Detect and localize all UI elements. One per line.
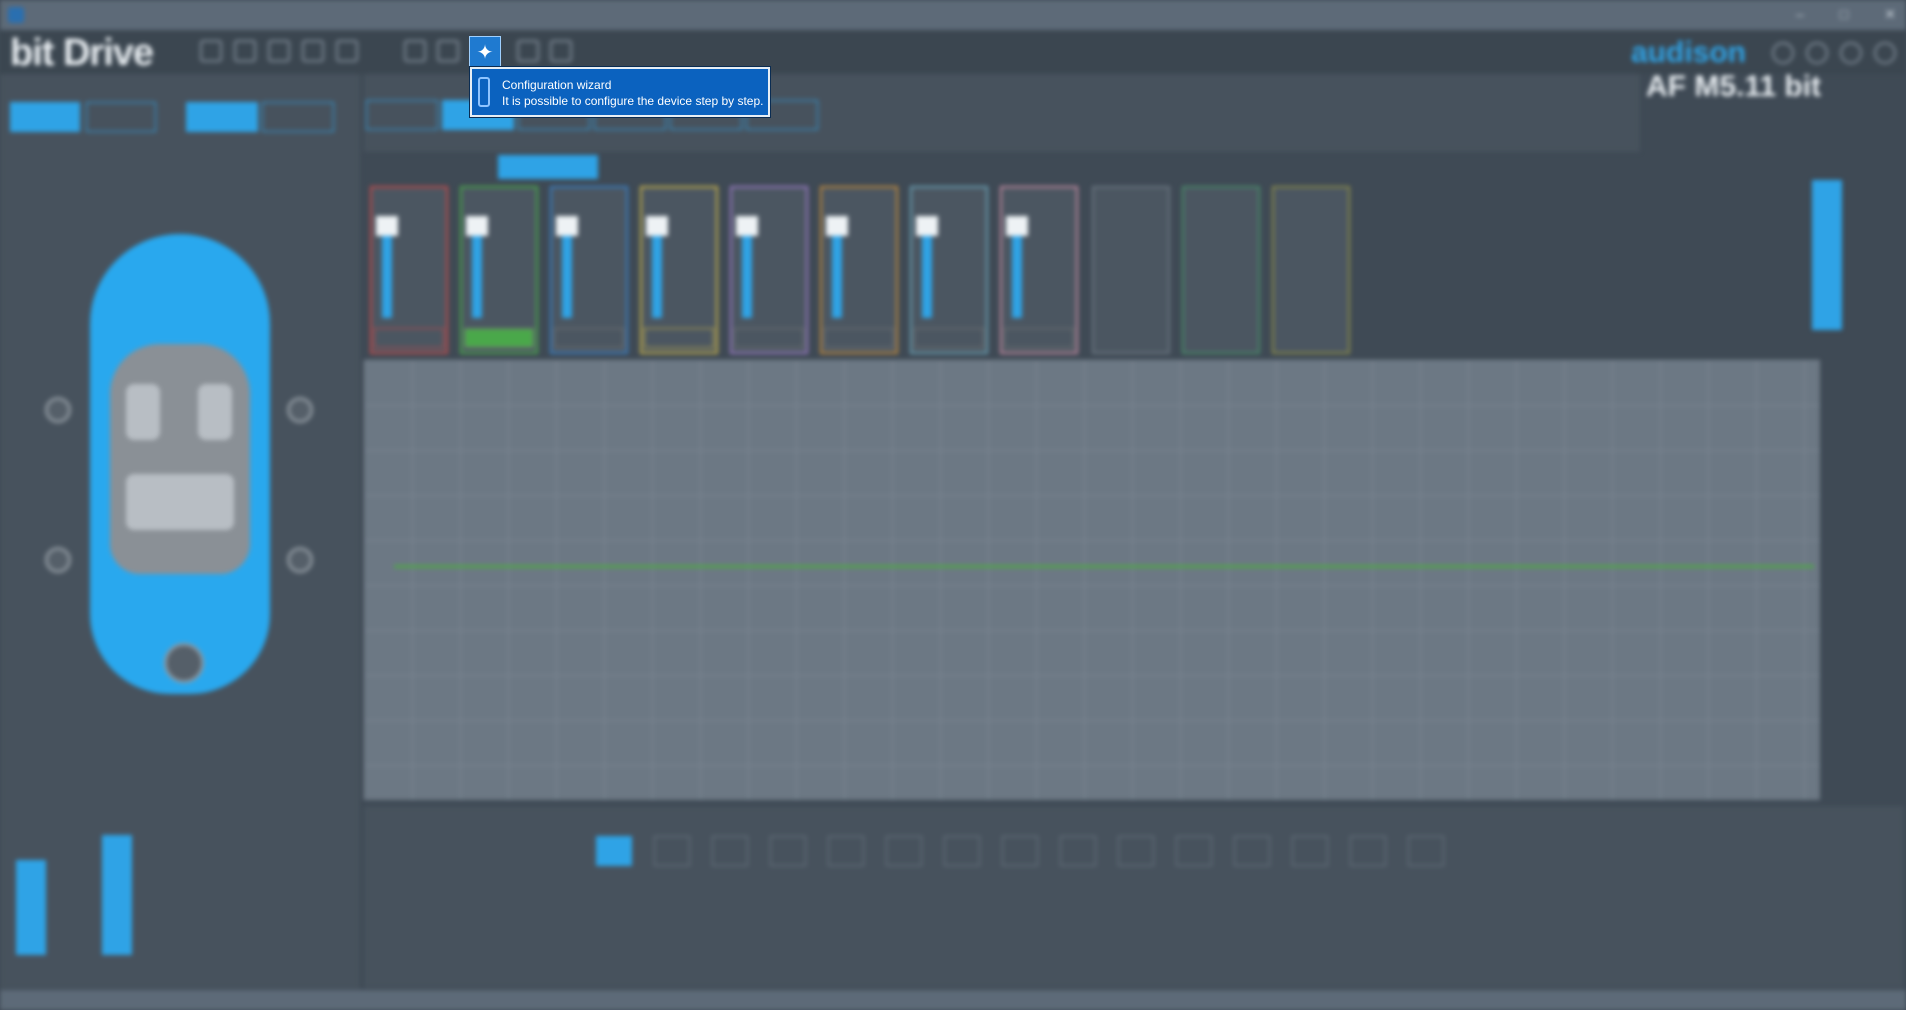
minimize-icon[interactable]: – <box>1796 6 1804 23</box>
channel-strip-empty[interactable] <box>1182 186 1260 354</box>
seat-rear <box>126 474 234 530</box>
eq-band-selector[interactable] <box>1292 836 1328 866</box>
equalizer-panel <box>364 806 1904 988</box>
source-button-1[interactable] <box>10 102 80 132</box>
magic-wand-icon: ✦ <box>476 41 494 64</box>
save-file-icon[interactable] <box>268 40 290 62</box>
info-icon[interactable] <box>1806 42 1828 64</box>
speaker-front-right-icon[interactable] <box>287 397 313 423</box>
speaker-rear-left-icon[interactable] <box>45 547 71 573</box>
config-tab-1[interactable] <box>366 100 438 130</box>
eq-band-selector[interactable] <box>828 836 864 866</box>
maximize-icon[interactable]: □ <box>1840 6 1848 23</box>
speaker-front-left-icon[interactable] <box>45 397 71 423</box>
channel-strip-empty[interactable] <box>1092 186 1170 354</box>
eq-band-selector[interactable] <box>1408 836 1444 866</box>
channel-strip[interactable] <box>1000 186 1078 354</box>
measure-icon[interactable] <box>550 40 572 62</box>
master-fader[interactable] <box>1812 180 1842 330</box>
eq-band-selector[interactable] <box>886 836 922 866</box>
output-tab[interactable] <box>498 155 598 179</box>
configuration-wizard-tooltip: Configuration wizard It is possible to c… <box>469 66 771 118</box>
channel-strip[interactable] <box>460 186 538 354</box>
channel-strip[interactable] <box>550 186 628 354</box>
source-button-2[interactable] <box>86 102 156 132</box>
eq-band-selector[interactable] <box>1118 836 1154 866</box>
new-file-icon[interactable] <box>200 40 222 62</box>
frequency-response-graph[interactable] <box>364 360 1820 800</box>
help-icon[interactable] <box>1772 42 1794 64</box>
settings-icon[interactable] <box>404 40 426 62</box>
status-bar <box>0 990 1906 1010</box>
eq-band-selector[interactable] <box>1002 836 1038 866</box>
channel-strip[interactable] <box>910 186 988 354</box>
channel-strip-empty[interactable] <box>1272 186 1350 354</box>
close-icon[interactable]: ✕ <box>1884 6 1896 23</box>
sub-volume-fader[interactable] <box>102 835 132 955</box>
eq-band-selector[interactable] <box>770 836 806 866</box>
channel-strip[interactable] <box>730 186 808 354</box>
title-bar: – □ ✕ <box>0 0 1906 30</box>
brand-logo: audison <box>1630 36 1746 69</box>
eq-band-selector[interactable] <box>1350 836 1386 866</box>
channel-strip[interactable] <box>820 186 898 354</box>
device-model: AF M5.11 bit <box>1646 70 1822 103</box>
device-memory-icon[interactable] <box>336 40 358 62</box>
eq-band-selector[interactable] <box>712 836 748 866</box>
eq-band-selector[interactable] <box>1060 836 1096 866</box>
app-icon <box>8 7 24 23</box>
volume-fader[interactable] <box>16 860 46 955</box>
channel-strip[interactable] <box>370 186 448 354</box>
response-curve <box>394 565 1814 568</box>
configuration-wizard-button[interactable]: ✦ <box>469 36 501 68</box>
car-cabin <box>110 344 250 574</box>
eq-band-selector[interactable] <box>1234 836 1270 866</box>
microphone-icon[interactable] <box>517 40 539 62</box>
subwoofer-icon[interactable] <box>164 643 204 683</box>
mode-button-1[interactable] <box>186 102 258 132</box>
eq-band-selector[interactable] <box>654 836 690 866</box>
user-tool-icon[interactable] <box>437 40 459 62</box>
app-logo: bit Drive <box>10 32 154 74</box>
seat-front-left <box>126 384 160 440</box>
channel-strip[interactable] <box>640 186 718 354</box>
tooltip-description: It is possible to configure the device s… <box>502 94 764 108</box>
tooltip-title: Configuration wizard <box>502 78 612 92</box>
update-icon[interactable] <box>1840 42 1862 64</box>
eq-band-selector[interactable] <box>596 836 632 866</box>
open-file-icon[interactable] <box>234 40 256 62</box>
window-controls: – □ ✕ <box>1796 6 1896 23</box>
eq-band-selector[interactable] <box>1176 836 1212 866</box>
device-icon <box>478 77 490 107</box>
seat-front-right <box>198 384 232 440</box>
eq-band-selector[interactable] <box>944 836 980 866</box>
mode-button-2[interactable] <box>262 102 334 132</box>
upload-icon[interactable] <box>302 40 324 62</box>
toolbar-file-icons <box>200 40 358 62</box>
power-icon[interactable] <box>1874 42 1896 64</box>
speaker-rear-right-icon[interactable] <box>287 547 313 573</box>
car-diagram <box>90 234 270 694</box>
